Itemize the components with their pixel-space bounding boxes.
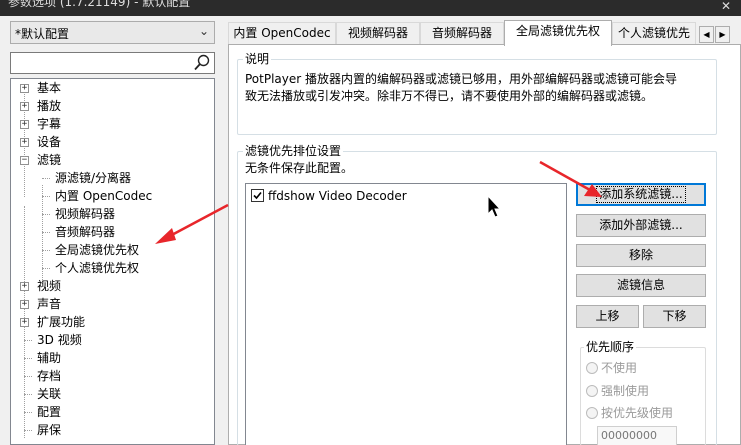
note-line-2: 致无法播放或引发冲突。除非万不得已，请不要使用外部的编解码器或滤镜。 xyxy=(245,89,654,103)
order-radio-force[interactable]: 强制使用 xyxy=(586,384,649,398)
title-bar: 参数选项 (1.7.21149) - 默认配置 ✕ xyxy=(0,0,741,16)
expand-icon[interactable]: + xyxy=(20,300,29,309)
tab-strip: 内置 OpenCodec 视频解码器 音频解码器 全局滤镜优先权 个人滤镜优先 … xyxy=(228,20,741,46)
expand-icon[interactable]: + xyxy=(20,318,29,327)
left-pane: *默认配置 ⌄ + 基本 + 播放 + 字幕 + 设备 − 滤镜 源滤镜/分离器… xyxy=(0,16,222,445)
remove-button[interactable]: 移除 xyxy=(576,244,706,267)
priority-hint: 无条件保存此配置。 xyxy=(245,161,354,175)
filter-name: ffdshow Video Decoder xyxy=(268,189,407,203)
tab-panel: 说明 PotPlayer 播放器内置的编解码器或滤镜已够用，用外部编解码器或滤镜… xyxy=(228,44,741,445)
search-input[interactable] xyxy=(10,52,215,74)
add-system-filter-button[interactable]: 添加系统滤镜... xyxy=(576,183,706,206)
add-external-filter-button[interactable]: 添加外部滤镜... xyxy=(576,214,706,237)
tab-global-filter-priority[interactable]: 全局滤镜优先权 xyxy=(504,20,612,46)
expand-icon[interactable]: + xyxy=(20,120,29,129)
right-pane: 内置 OpenCodec 视频解码器 音频解码器 全局滤镜优先权 个人滤镜优先 … xyxy=(222,16,741,445)
priority-value-input[interactable]: 00000000 xyxy=(597,426,677,445)
profile-select-value: *默认配置 xyxy=(15,27,70,41)
expand-icon[interactable]: + xyxy=(20,102,29,111)
note-line-1: PotPlayer 播放器内置的编解码器或滤镜已够用，用外部编解码器或滤镜可能会… xyxy=(245,72,678,86)
profile-select[interactable]: *默认配置 ⌄ xyxy=(10,21,215,44)
search-icon[interactable] xyxy=(192,53,212,73)
radio-circle xyxy=(586,407,598,419)
order-radio-by-priority[interactable]: 按优先级使用 xyxy=(586,406,673,420)
filter-info-button[interactable]: 滤镜信息 xyxy=(576,274,706,297)
tab-personal-filter-priority[interactable]: 个人滤镜优先 xyxy=(612,22,696,44)
radio-circle xyxy=(586,362,598,374)
collapse-icon[interactable]: − xyxy=(20,156,29,165)
priority-group-title: 滤镜优先排位设置 xyxy=(243,144,344,158)
tab-builtin-opencodec[interactable]: 内置 OpenCodec xyxy=(228,22,336,44)
checkmark-icon xyxy=(253,191,262,200)
expand-icon[interactable]: + xyxy=(20,138,29,147)
settings-tree: + 基本 + 播放 + 字幕 + 设备 − 滤镜 源滤镜/分离器 内置 Open… xyxy=(10,78,215,445)
close-icon[interactable]: ✕ xyxy=(711,0,741,16)
filter-list[interactable]: ffdshow Video Decoder xyxy=(245,183,567,445)
expand-icon[interactable]: + xyxy=(20,84,29,93)
list-item[interactable]: ffdshow Video Decoder xyxy=(251,189,407,203)
radio-circle xyxy=(586,385,598,397)
chevron-down-icon: ⌄ xyxy=(198,24,209,38)
tab-scroll-left-icon[interactable]: ◀ xyxy=(699,26,714,43)
tab-audio-decoder[interactable]: 音频解码器 xyxy=(420,22,504,44)
tab-scroll-right-icon[interactable]: ▶ xyxy=(715,26,730,43)
window-title: 参数选项 (1.7.21149) - 默认配置 xyxy=(8,0,191,9)
checkbox[interactable] xyxy=(251,189,264,202)
move-up-button[interactable]: 上移 xyxy=(576,305,639,328)
move-down-button[interactable]: 下移 xyxy=(643,305,706,328)
tab-video-decoder[interactable]: 视频解码器 xyxy=(336,22,420,44)
expand-icon[interactable]: + xyxy=(20,282,29,291)
note-group-title: 说明 xyxy=(243,52,272,66)
order-radio-none[interactable]: 不使用 xyxy=(586,361,637,375)
order-group-title: 优先顺序 xyxy=(584,340,637,354)
